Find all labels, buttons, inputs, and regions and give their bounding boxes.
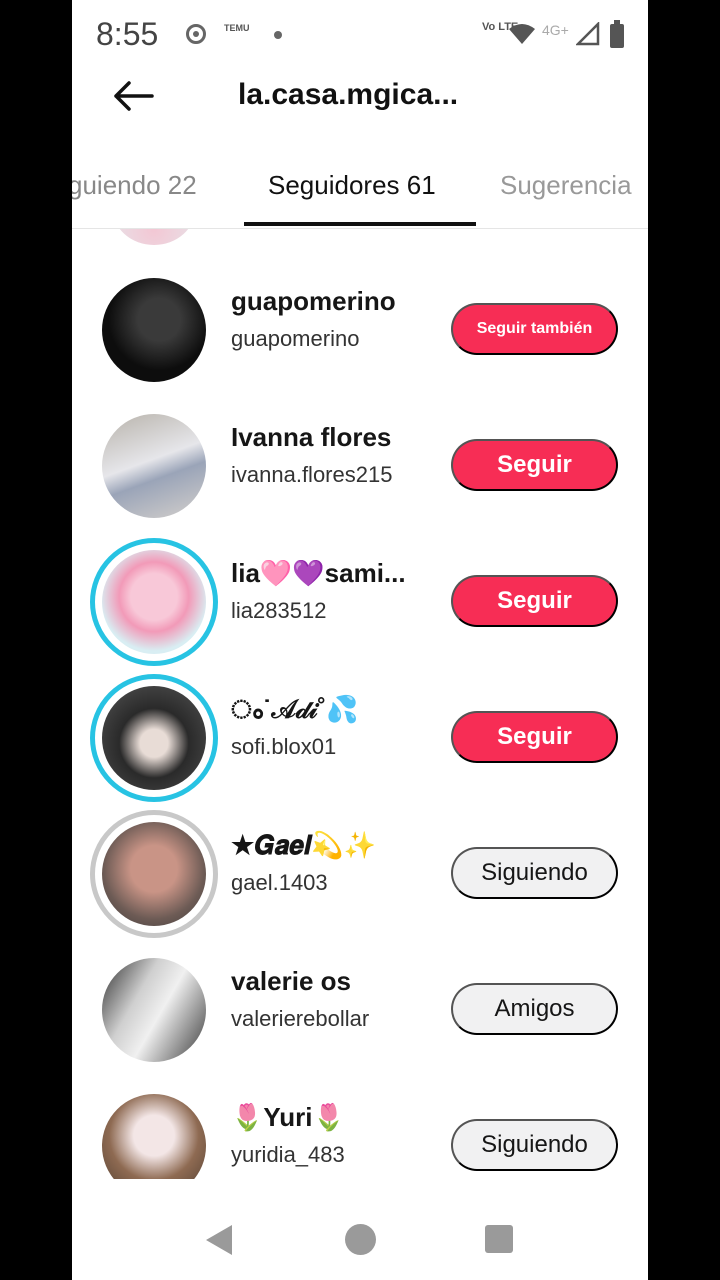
avatar[interactable]: [90, 946, 218, 1074]
active-tab-indicator: [244, 222, 476, 226]
avatar[interactable]: [90, 266, 218, 394]
avatar[interactable]: [90, 402, 218, 530]
header: la.casa.mgica...: [72, 60, 648, 140]
user-name[interactable]: 🌷Yuri🌷: [231, 1102, 345, 1133]
avatar[interactable]: [90, 538, 218, 666]
list-item[interactable]: ★𝑮𝒂𝒆𝒍💫✨ gael.1403 Siguiendo: [72, 810, 648, 946]
tab-suggestions[interactable]: Sugerencia: [500, 170, 632, 201]
list-item[interactable]: lia🩷💜sami... lia283512 Seguir: [72, 538, 648, 674]
avatar[interactable]: [112, 229, 196, 245]
avatar[interactable]: [90, 810, 218, 938]
follow-button[interactable]: Seguir: [451, 711, 618, 763]
user-name[interactable]: lia🩷💜sami...: [231, 558, 406, 589]
avatar[interactable]: [90, 674, 218, 802]
list-item[interactable]: Ivanna flores ivanna.flores215 Seguir: [72, 402, 648, 538]
user-handle[interactable]: gael.1403: [231, 870, 328, 896]
friends-button[interactable]: Amigos: [451, 983, 618, 1035]
user-name[interactable]: valerie os: [231, 966, 351, 997]
nav-home-icon[interactable]: [345, 1224, 376, 1255]
user-name[interactable]: guapomerino: [231, 286, 396, 317]
status-time: 8:55: [96, 16, 159, 52]
wifi-icon: [509, 24, 535, 44]
nav-back-icon[interactable]: [206, 1225, 232, 1255]
page-title: la.casa.mgica...: [238, 78, 459, 111]
temu-notification-icon: TEMU: [224, 23, 250, 33]
follow-button[interactable]: Seguir: [451, 575, 618, 627]
user-handle[interactable]: sofi.blox01: [231, 734, 336, 760]
avatar[interactable]: [90, 1082, 218, 1179]
user-handle[interactable]: guapomerino: [231, 326, 359, 352]
list-item[interactable]: guapomerino guapomerino Seguir también: [72, 266, 648, 402]
list-item[interactable]: ം˙𝒜𝒹𝒾˚💦 sofi.blox01 Seguir: [72, 674, 648, 810]
followers-list[interactable]: guapomerino guapomerino Seguir también I…: [72, 229, 648, 1179]
signal-icon: [576, 22, 600, 46]
list-item[interactable]: 🌷Yuri🌷 yuridia_483 Siguiendo: [72, 1082, 648, 1179]
tab-bar: guiendo 22 Seguidores 61 Sugerencia: [72, 150, 648, 229]
arrow-left-icon: [114, 81, 154, 111]
follow-back-button[interactable]: Seguir también: [451, 303, 618, 355]
network-type-label: 4G+: [542, 22, 569, 38]
more-notifications-icon: [274, 31, 282, 39]
following-button[interactable]: Siguiendo: [451, 847, 618, 899]
tab-followers[interactable]: Seguidores 61: [268, 170, 436, 201]
following-button[interactable]: Siguiendo: [451, 1119, 618, 1171]
follow-button[interactable]: Seguir: [451, 439, 618, 491]
battery-icon: [610, 20, 624, 48]
user-handle[interactable]: valerierebollar: [231, 1006, 369, 1032]
system-nav-bar: [72, 1180, 648, 1280]
user-handle[interactable]: lia283512: [231, 598, 326, 624]
screen-record-icon: [186, 24, 206, 44]
app-screen: 8:55 TEMU Vo LTE 4G+ la.casa.mgica... gu…: [72, 0, 648, 1280]
list-item[interactable]: valerie os valerierebollar Amigos: [72, 946, 648, 1082]
user-name[interactable]: ★𝑮𝒂𝒆𝒍💫✨: [231, 830, 376, 862]
back-button[interactable]: [108, 74, 158, 118]
user-handle[interactable]: yuridia_483: [231, 1142, 345, 1168]
user-name[interactable]: ം˙𝒜𝒹𝒾˚💦: [231, 694, 358, 726]
tab-following[interactable]: guiendo 22: [72, 170, 197, 201]
user-handle[interactable]: ivanna.flores215: [231, 462, 392, 488]
nav-recents-icon[interactable]: [485, 1225, 513, 1253]
user-name[interactable]: Ivanna flores: [231, 422, 391, 453]
